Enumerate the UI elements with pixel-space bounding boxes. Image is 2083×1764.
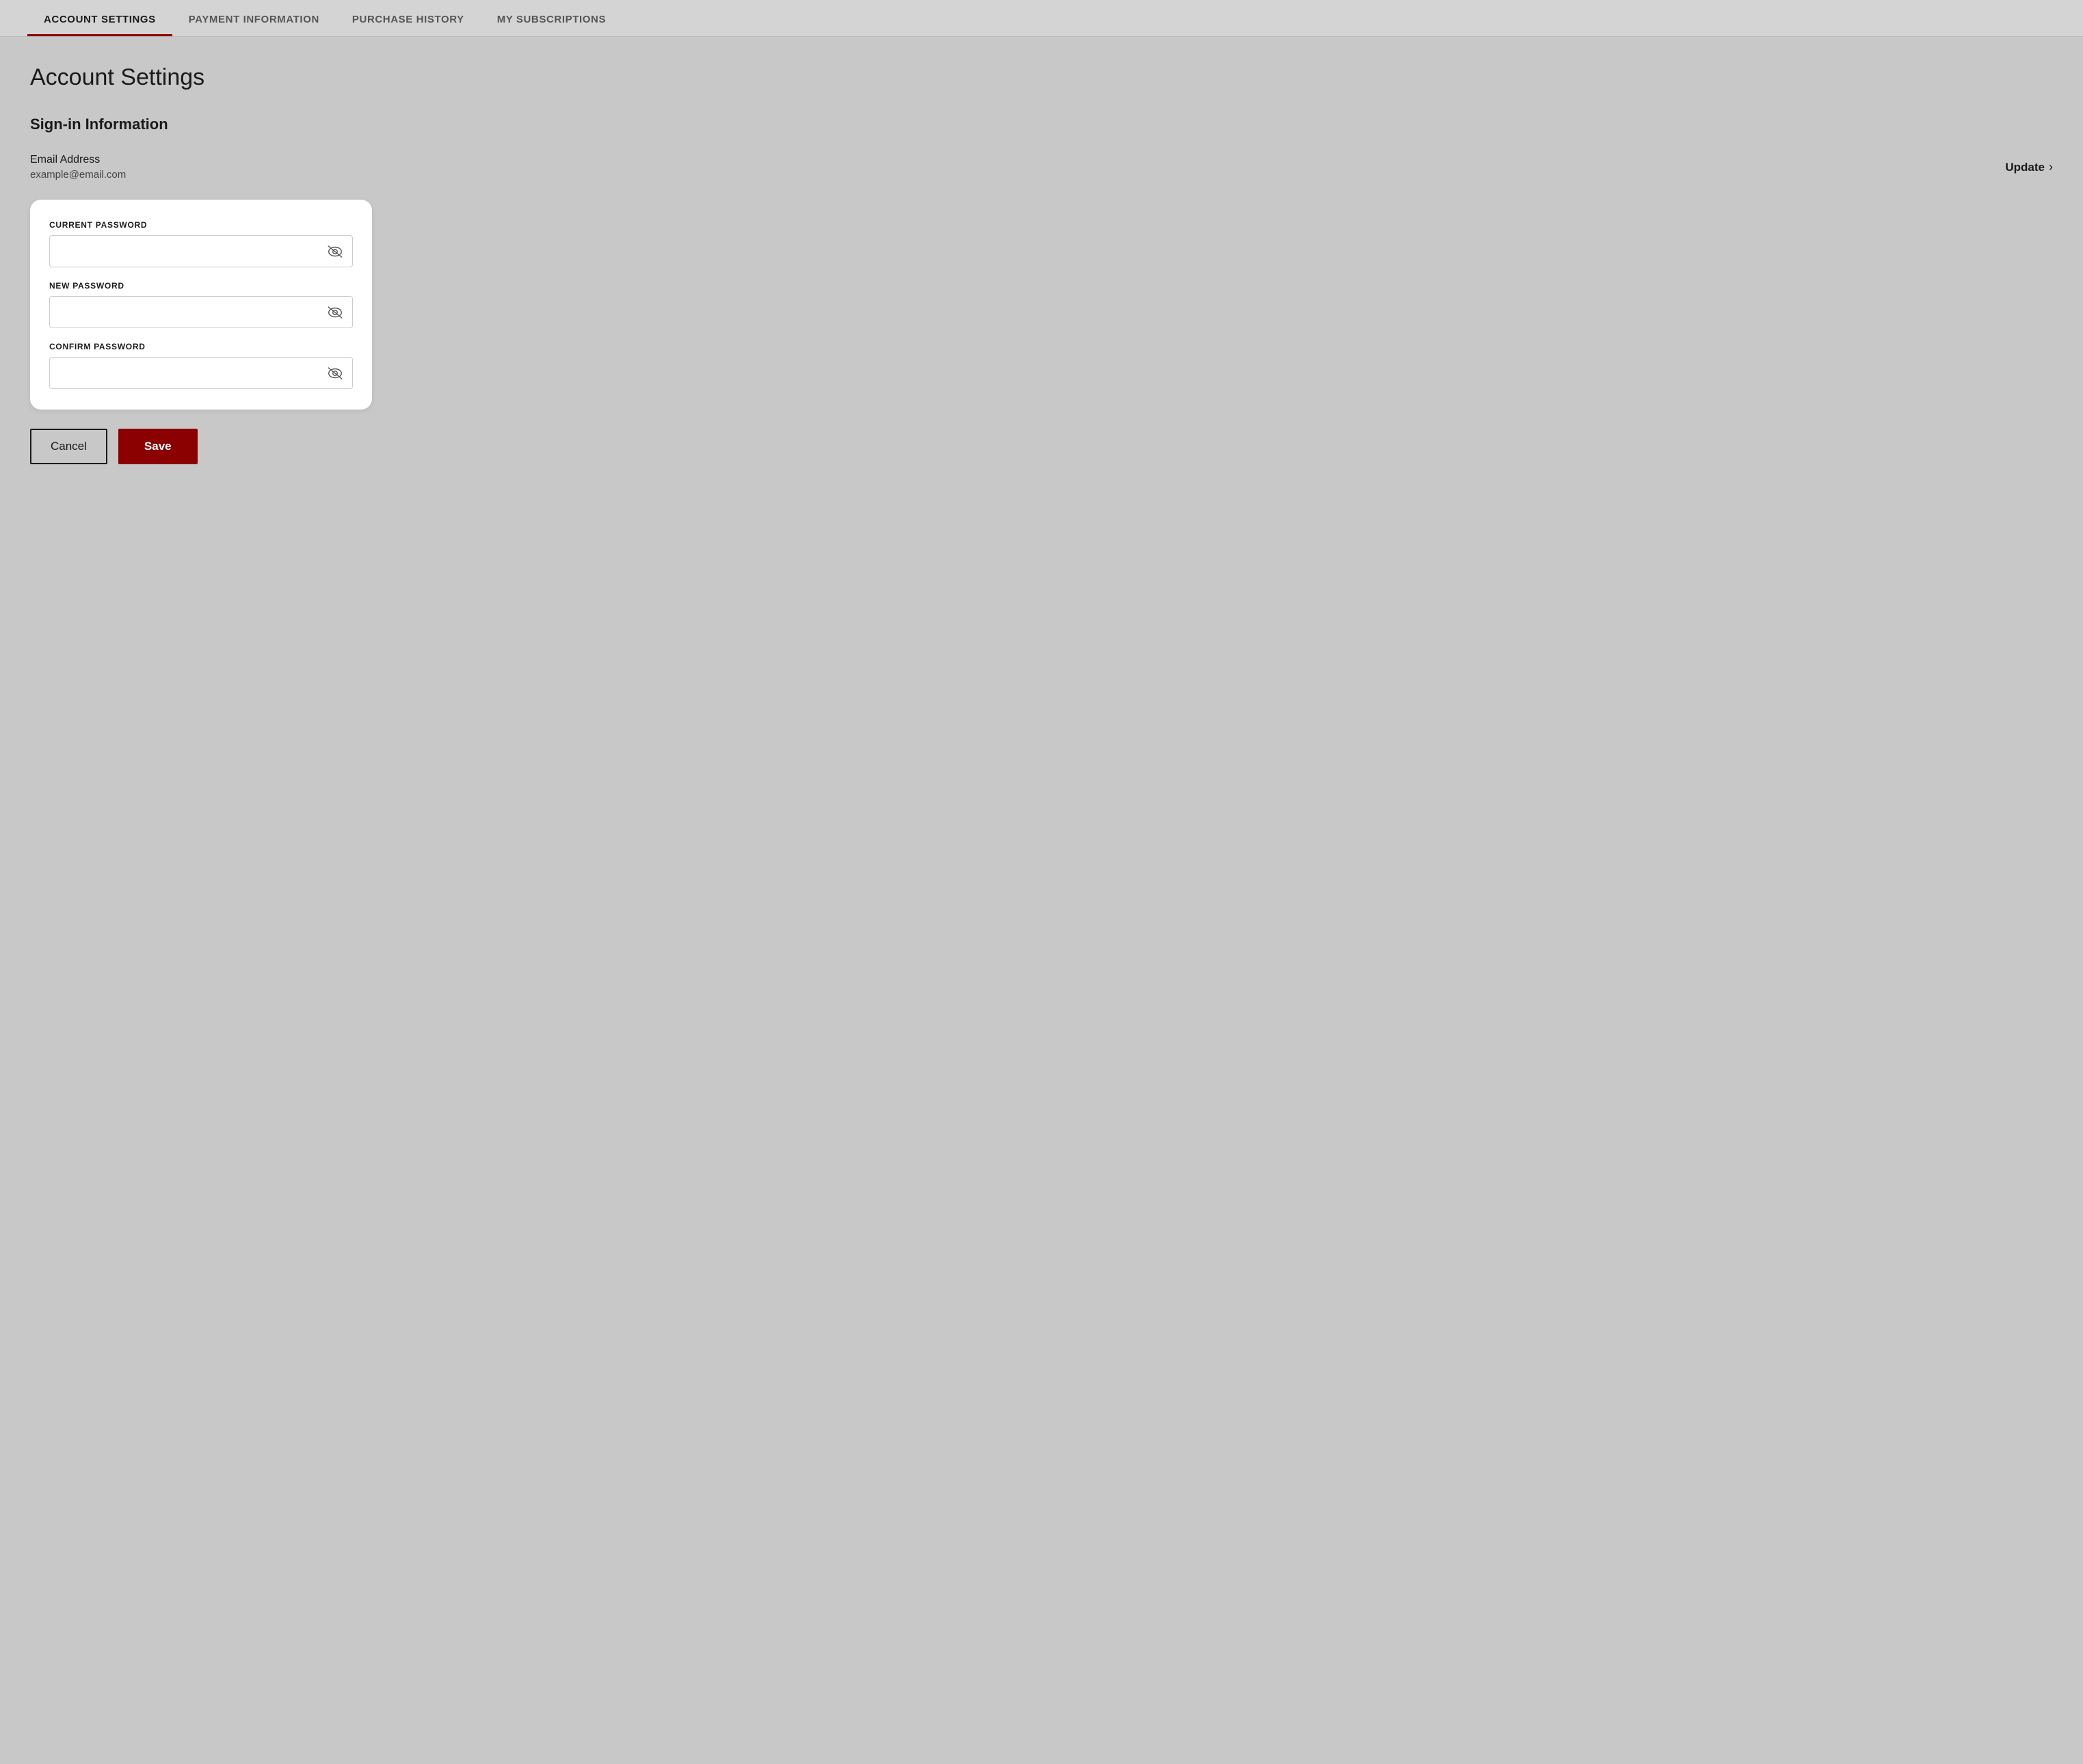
- eye-slash-icon: [326, 244, 344, 259]
- new-password-input[interactable]: [50, 297, 352, 328]
- email-row: Email Address example@email.com Update ›: [30, 154, 2053, 181]
- email-info: Email Address example@email.com: [30, 154, 2005, 181]
- tab-purchase-history[interactable]: PURCHASE HISTORY: [336, 0, 481, 36]
- email-value: example@email.com: [30, 169, 2005, 181]
- confirm-password-input[interactable]: [50, 358, 352, 388]
- tab-payment-information[interactable]: PAYMENT INFORMATION: [172, 0, 336, 36]
- update-link-text: Update: [2005, 161, 2045, 174]
- toggle-confirm-password-visibility[interactable]: [326, 366, 344, 381]
- update-email-link[interactable]: Update ›: [2005, 160, 2053, 174]
- chevron-right-icon: ›: [2049, 160, 2053, 174]
- current-password-group: CURRENT PASSWORD: [49, 220, 353, 267]
- action-buttons: Cancel Save: [30, 429, 2053, 464]
- toggle-new-password-visibility[interactable]: [326, 305, 344, 320]
- toggle-current-password-visibility[interactable]: [326, 244, 344, 259]
- password-card: CURRENT PASSWORD NEW PASSWORD: [30, 200, 372, 410]
- new-password-group: NEW PASSWORD: [49, 281, 353, 328]
- new-password-input-wrap: [49, 296, 353, 328]
- main-content: Account Settings Sign-in Information Ema…: [0, 37, 2083, 492]
- confirm-password-group: CONFIRM PASSWORD: [49, 342, 353, 389]
- tab-my-subscriptions[interactable]: MY SUBSCRIPTIONS: [481, 0, 622, 36]
- section-title: Sign-in Information: [30, 116, 2053, 133]
- current-password-input[interactable]: [50, 236, 352, 267]
- page-title: Account Settings: [30, 64, 2053, 91]
- current-password-label: CURRENT PASSWORD: [49, 220, 353, 230]
- email-label: Email Address: [30, 154, 2005, 166]
- confirm-password-label: CONFIRM PASSWORD: [49, 342, 353, 351]
- eye-slash-icon: [326, 366, 344, 381]
- new-password-label: NEW PASSWORD: [49, 281, 353, 291]
- save-button[interactable]: Save: [118, 429, 198, 464]
- eye-slash-icon: [326, 305, 344, 320]
- confirm-password-input-wrap: [49, 357, 353, 389]
- cancel-button[interactable]: Cancel: [30, 429, 107, 464]
- tab-navigation: ACCOUNT SETTINGS PAYMENT INFORMATION PUR…: [0, 0, 2083, 37]
- current-password-input-wrap: [49, 235, 353, 267]
- tab-account-settings[interactable]: ACCOUNT SETTINGS: [27, 0, 172, 36]
